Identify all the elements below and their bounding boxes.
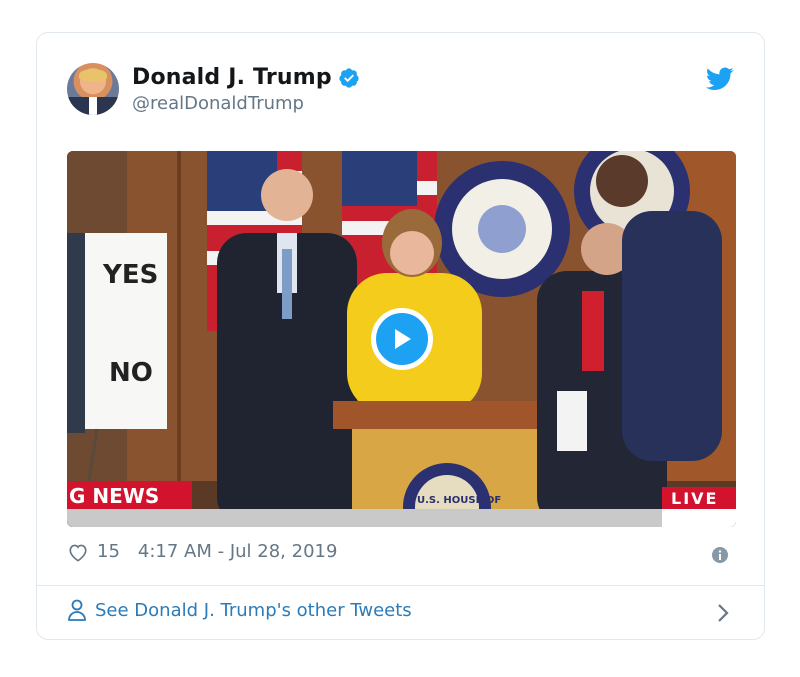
heart-icon[interactable] (67, 542, 89, 562)
news-banner-text: G NEWS (69, 484, 159, 508)
twitter-bird-icon[interactable] (706, 67, 734, 91)
tweet-card: Donald J. Trump @realDonaldTrump YES NO … (36, 32, 765, 640)
info-icon[interactable] (712, 547, 728, 563)
avatar[interactable] (67, 63, 119, 115)
sign-yes-text: YES (102, 260, 158, 290)
live-banner-text: LIVE (671, 489, 718, 508)
tweet-meta-row: 15 4:17 AM - Jul 28, 2019 (67, 541, 337, 562)
verified-badge-icon (339, 67, 359, 88)
chevron-right-icon[interactable] (716, 602, 730, 624)
see-other-tweets-link[interactable]: See Donald J. Trump's other Tweets (67, 599, 412, 621)
sign-no-text: NO (109, 358, 153, 388)
like-count[interactable]: 15 (97, 541, 120, 562)
author-handle[interactable]: @realDonaldTrump (132, 93, 304, 114)
play-icon (394, 329, 411, 349)
author-name-row[interactable]: Donald J. Trump (132, 65, 360, 90)
divider (37, 585, 764, 586)
video-player[interactable]: YES NO G NEWS LIVE U.S. HOUSE OF (67, 151, 736, 527)
seal-text: U.S. HOUSE OF (417, 495, 501, 506)
author-display-name[interactable]: Donald J. Trump (132, 65, 332, 90)
tweet-timestamp[interactable]: 4:17 AM - Jul 28, 2019 (138, 541, 338, 562)
play-button[interactable] (370, 308, 433, 370)
see-other-tweets-label[interactable]: See Donald J. Trump's other Tweets (95, 600, 412, 621)
person-icon (68, 599, 86, 621)
